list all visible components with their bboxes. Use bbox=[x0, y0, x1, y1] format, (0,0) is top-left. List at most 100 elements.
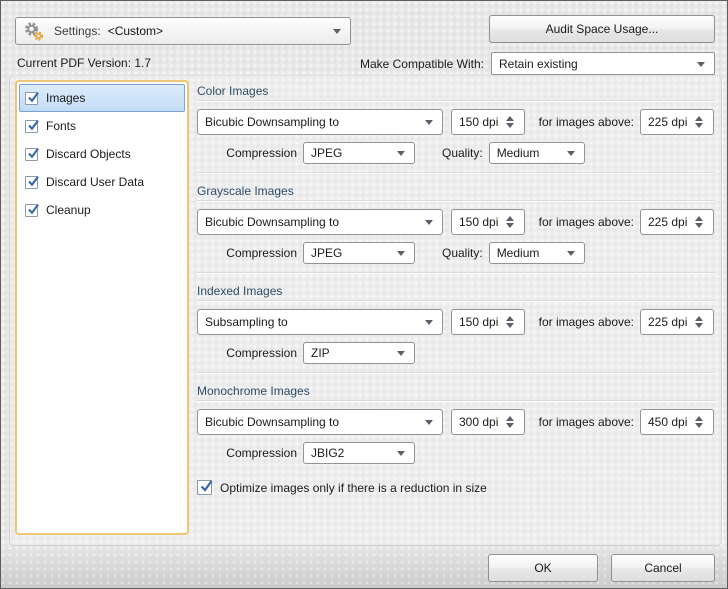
monochrome-downsampling-dropdown[interactable]: Bicubic Downsampling to bbox=[197, 409, 443, 435]
dpi-value: 225 dpi bbox=[648, 115, 687, 129]
for-images-above-label: for images above: bbox=[539, 415, 634, 429]
spin-up-icon[interactable] bbox=[695, 216, 703, 221]
grayscale-downsampling-dropdown[interactable]: Bicubic Downsampling to bbox=[197, 209, 443, 235]
monochrome-images-section: Monochrome Images Bicubic Downsampling t… bbox=[197, 372, 714, 464]
monochrome-dpi-spinner[interactable]: 300 dpi bbox=[451, 409, 525, 435]
indexed-downsampling-dropdown[interactable]: Subsampling to bbox=[197, 309, 443, 335]
optimize-settings-dialog: Settings: <Custom> Audit Space Usage... … bbox=[0, 0, 728, 589]
compression-value: JPEG bbox=[311, 246, 342, 260]
indexed-above-dpi-spinner[interactable]: 225 dpi bbox=[640, 309, 714, 335]
dpi-value: 300 dpi bbox=[459, 415, 498, 429]
sidebar-item-label: Discard Objects bbox=[46, 147, 131, 161]
settings-dropdown[interactable]: Settings: <Custom> bbox=[15, 17, 351, 45]
spin-down-icon[interactable] bbox=[695, 223, 703, 228]
chevron-down-icon bbox=[397, 451, 405, 456]
downsampling-value: Bicubic Downsampling to bbox=[205, 115, 339, 129]
optimize-images-label: Optimize images only if there is a reduc… bbox=[220, 481, 487, 495]
sidebar-item-cleanup[interactable]: Cleanup bbox=[19, 196, 185, 224]
spin-down-icon[interactable] bbox=[506, 223, 514, 228]
optimize-images-row: Optimize images only if there is a reduc… bbox=[197, 480, 714, 495]
section-title: Color Images bbox=[197, 84, 714, 101]
chevron-down-icon bbox=[397, 151, 405, 156]
cancel-button[interactable]: Cancel bbox=[611, 554, 715, 582]
spin-up-icon[interactable] bbox=[695, 316, 703, 321]
cleanup-checkbox[interactable] bbox=[25, 204, 38, 217]
section-title: Grayscale Images bbox=[197, 184, 714, 201]
monochrome-above-dpi-spinner[interactable]: 450 dpi bbox=[640, 409, 714, 435]
sidebar-item-label: Discard User Data bbox=[46, 175, 144, 189]
audit-space-usage-button[interactable]: Audit Space Usage... bbox=[489, 15, 715, 43]
grayscale-compression-dropdown[interactable]: JPEG bbox=[303, 242, 415, 264]
color-quality-dropdown[interactable]: Medium bbox=[489, 142, 585, 164]
make-compatible-value: Retain existing bbox=[499, 57, 578, 71]
for-images-above-label: for images above: bbox=[539, 215, 634, 229]
settings-gears-icon bbox=[23, 21, 46, 42]
check-icon bbox=[26, 202, 40, 216]
indexed-dpi-spinner[interactable]: 150 dpi bbox=[451, 309, 525, 335]
color-dpi-spinner[interactable]: 150 dpi bbox=[451, 109, 525, 135]
chevron-down-icon bbox=[425, 320, 433, 325]
check-icon bbox=[26, 118, 40, 132]
spin-up-icon[interactable] bbox=[506, 116, 514, 121]
make-compatible-dropdown[interactable]: Retain existing bbox=[491, 52, 715, 75]
spin-up-icon[interactable] bbox=[695, 116, 703, 121]
spin-up-icon[interactable] bbox=[506, 216, 514, 221]
check-icon bbox=[26, 174, 40, 188]
settings-label: Settings: bbox=[54, 24, 101, 38]
monochrome-compression-dropdown[interactable]: JBIG2 bbox=[303, 442, 415, 464]
sidebar-item-discard-objects[interactable]: Discard Objects bbox=[19, 140, 185, 168]
sidebar-item-discard-user-data[interactable]: Discard User Data bbox=[19, 168, 185, 196]
spin-up-icon[interactable] bbox=[506, 316, 514, 321]
audit-space-usage-label: Audit Space Usage... bbox=[546, 22, 659, 36]
dpi-value: 225 dpi bbox=[648, 315, 687, 329]
dpi-value: 150 dpi bbox=[459, 115, 498, 129]
check-icon bbox=[26, 90, 40, 104]
sidebar-item-label: Cleanup bbox=[46, 203, 91, 217]
for-images-above-label: for images above: bbox=[539, 315, 634, 329]
ok-button[interactable]: OK bbox=[488, 554, 598, 582]
images-checkbox[interactable] bbox=[25, 92, 38, 105]
spin-up-icon[interactable] bbox=[506, 416, 514, 421]
spin-down-icon[interactable] bbox=[695, 323, 703, 328]
sidebar-item-fonts[interactable]: Fonts bbox=[19, 112, 185, 140]
downsampling-value: Bicubic Downsampling to bbox=[205, 215, 339, 229]
spin-up-icon[interactable] bbox=[695, 416, 703, 421]
spin-down-icon[interactable] bbox=[506, 323, 514, 328]
quality-label: Quality: bbox=[442, 146, 483, 160]
color-downsampling-dropdown[interactable]: Bicubic Downsampling to bbox=[197, 109, 443, 135]
discard-user-data-checkbox[interactable] bbox=[25, 176, 38, 189]
category-list: Images Fonts Discard Objects Discard Use… bbox=[15, 80, 189, 535]
compression-value: JPEG bbox=[311, 146, 342, 160]
color-compression-dropdown[interactable]: JPEG bbox=[303, 142, 415, 164]
sidebar-item-images[interactable]: Images bbox=[19, 84, 185, 112]
sidebar-item-label: Fonts bbox=[46, 119, 76, 133]
spin-down-icon[interactable] bbox=[695, 123, 703, 128]
chevron-down-icon bbox=[397, 351, 405, 356]
grayscale-dpi-spinner[interactable]: 150 dpi bbox=[451, 209, 525, 235]
discard-objects-checkbox[interactable] bbox=[25, 148, 38, 161]
dpi-value: 150 dpi bbox=[459, 215, 498, 229]
chevron-down-icon bbox=[425, 420, 433, 425]
spin-down-icon[interactable] bbox=[506, 123, 514, 128]
indexed-compression-dropdown[interactable]: ZIP bbox=[303, 342, 415, 364]
sidebar-item-label: Images bbox=[46, 91, 85, 105]
section-title: Monochrome Images bbox=[197, 384, 714, 401]
indexed-images-section: Indexed Images Subsampling to 150 dpi fo… bbox=[197, 272, 714, 364]
fonts-checkbox[interactable] bbox=[25, 120, 38, 133]
chevron-down-icon bbox=[425, 120, 433, 125]
color-above-dpi-spinner[interactable]: 225 dpi bbox=[640, 109, 714, 135]
settings-value: <Custom> bbox=[108, 24, 163, 38]
check-icon bbox=[26, 146, 40, 160]
compression-label: Compression bbox=[197, 246, 297, 260]
grayscale-above-dpi-spinner[interactable]: 225 dpi bbox=[640, 209, 714, 235]
grayscale-images-section: Grayscale Images Bicubic Downsampling to… bbox=[197, 172, 714, 264]
compression-value: JBIG2 bbox=[311, 446, 344, 460]
dpi-value: 225 dpi bbox=[648, 215, 687, 229]
optimize-images-checkbox[interactable] bbox=[197, 480, 212, 495]
for-images-above-label: for images above: bbox=[539, 115, 634, 129]
spin-down-icon[interactable] bbox=[695, 423, 703, 428]
make-compatible-label: Make Compatible With: bbox=[360, 57, 484, 71]
grayscale-quality-dropdown[interactable]: Medium bbox=[489, 242, 585, 264]
downsampling-value: Bicubic Downsampling to bbox=[205, 415, 339, 429]
spin-down-icon[interactable] bbox=[506, 423, 514, 428]
